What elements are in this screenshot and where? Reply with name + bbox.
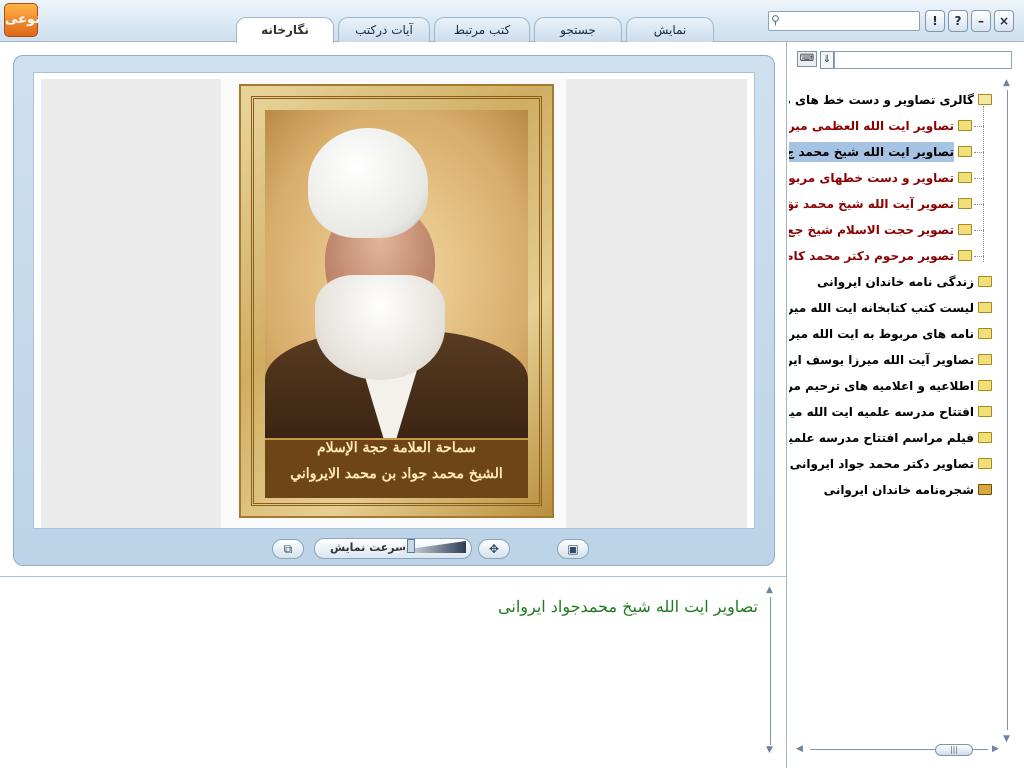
tree-item-label: تصویر آیت الله شیخ محمد تق xyxy=(789,197,954,211)
tree-item-label: تصاویر دکتر محمد جواد ایروانی xyxy=(789,457,974,471)
folder-icon xyxy=(978,380,992,391)
tree-item[interactable]: تصویر آیت الله شیخ محمد تق xyxy=(789,194,954,214)
copy-icon: ⧉ xyxy=(283,542,293,556)
move-arrows-icon: ✥ xyxy=(488,542,500,556)
tree-item[interactable]: تصاویر ایت الله شیخ محمد ج xyxy=(789,142,954,162)
tree-item[interactable]: شجره‌نامه خاندان ایروانی xyxy=(789,480,974,500)
tab-display[interactable]: نمایش xyxy=(626,17,714,42)
tab-related-books[interactable]: کتب مرتبط xyxy=(434,17,530,42)
tab-gallery[interactable]: نگارخانه xyxy=(236,17,334,43)
search-input[interactable]: ⚲ xyxy=(768,11,920,31)
tree-connector-branch xyxy=(974,126,984,127)
folder-icon xyxy=(978,302,992,313)
portrait-image xyxy=(265,110,528,440)
tree-item[interactable]: تصاویر ایت الله العظمی میرز xyxy=(789,116,954,136)
download-arrow-icon[interactable]: ⇓ xyxy=(820,51,834,69)
tree-item[interactable]: لیست کتب کتابخانه ایت الله میر xyxy=(789,298,974,318)
tree-connector-branch xyxy=(974,256,984,257)
tree-item-label: افتتاح مدرسه علمیه ایت الله میر xyxy=(789,405,974,419)
floppy-disk-icon: ▣ xyxy=(567,542,579,556)
tree-item[interactable]: تصویر مرحوم دکتر محمد کاظ xyxy=(789,246,954,266)
scroll-down-icon[interactable]: ▼ xyxy=(1003,734,1010,744)
category-tree: گالری تصاویر و دست خط های مرب تصاویر ایت … xyxy=(789,88,994,728)
folder-icon xyxy=(958,172,972,183)
tree-vertical-scrollbar[interactable]: ▲ ▼ xyxy=(1002,78,1014,746)
tab-verses-in-books[interactable]: آیات درکتب xyxy=(338,17,430,42)
keyboard-icon[interactable]: ⌨ xyxy=(797,51,817,67)
tree-item-label: تصاویر ایت الله شیخ محمد ج xyxy=(789,145,954,159)
tab-bar: نگارخانه آیات درکتب کتب مرتبط جستجو نمای… xyxy=(234,17,724,43)
tree-item-label: تصاویر ایت الله العظمی میرز xyxy=(789,119,954,133)
tab-search[interactable]: جستجو xyxy=(534,17,622,42)
folder-icon xyxy=(958,250,972,261)
portrait-turban xyxy=(308,128,428,238)
tree-item[interactable]: تصاویر آیت الله میرزا یوسف ایر xyxy=(789,350,974,370)
tree-item[interactable]: تصاویر و دست خطهای مربوط xyxy=(789,168,954,188)
open-folder-icon xyxy=(978,94,992,105)
fullscreen-button[interactable]: ✥ xyxy=(478,539,510,559)
folder-icon xyxy=(958,120,972,131)
help-button[interactable]: ? xyxy=(948,10,968,32)
portrait-beard xyxy=(315,275,445,380)
tree-item-label: زندگی نامه خاندان ایروانی xyxy=(817,275,974,289)
folder-icon xyxy=(978,276,992,287)
tree-connector-branch xyxy=(974,230,984,231)
copy-image-button[interactable]: ⧉ xyxy=(272,539,304,559)
tree-connector-branch xyxy=(974,204,984,205)
tree-item-label: فیلم مراسم افتتاح مدرسه علمیه xyxy=(789,431,974,445)
tree-item-label: تصاویر آیت الله میرزا یوسف ایر xyxy=(789,353,974,367)
tree-item[interactable]: گالری تصاویر و دست خط های مرب xyxy=(789,90,974,110)
scroll-track[interactable] xyxy=(770,597,771,745)
portrait-caption-name: الشيخ محمد جواد بن محمد الايرواني xyxy=(290,466,503,482)
folder-icon xyxy=(958,198,972,209)
tree-item[interactable]: تصویر حجت الاسلام شیخ جع xyxy=(789,220,954,240)
folder-icon xyxy=(978,406,992,417)
tree-item[interactable]: تصاویر دکتر محمد جواد ایروانی xyxy=(789,454,974,474)
folder-icon xyxy=(978,328,992,339)
minimize-button[interactable]: – xyxy=(971,10,991,32)
scroll-thumb[interactable]: ||| xyxy=(935,744,973,756)
tree-connector-branch xyxy=(974,152,984,153)
tree-connector-line xyxy=(983,106,984,262)
tree-item-label: گالری تصاویر و دست خط های مرب xyxy=(789,93,974,107)
tree-item[interactable]: زندگی نامه خاندان ایروانی xyxy=(789,272,974,292)
tree-item-label: لیست کتب کتابخانه ایت الله میر xyxy=(789,301,974,315)
folder-icon xyxy=(978,354,992,365)
tree-horizontal-scrollbar[interactable]: ◀ ||| ▶ xyxy=(796,743,1002,757)
tree-item-label: تصاویر و دست خطهای مربوط xyxy=(789,171,954,185)
app-logo: نوعی xyxy=(4,3,40,37)
tree-item-label: شجره‌نامه خاندان ایروانی xyxy=(823,483,974,497)
save-button[interactable]: ▣ xyxy=(557,539,589,559)
speed-slider-thumb[interactable] xyxy=(407,539,415,553)
folder-icon xyxy=(978,458,992,469)
scroll-right-icon[interactable]: ▶ xyxy=(992,744,999,754)
tree-item-label: اطلاعیه و اعلامیه های ترحیم مرح xyxy=(789,379,974,393)
scroll-left-icon[interactable]: ◀ xyxy=(796,744,803,754)
scroll-up-icon[interactable]: ▲ xyxy=(766,585,773,595)
scroll-up-icon[interactable]: ▲ xyxy=(1003,78,1010,88)
scroll-track[interactable] xyxy=(1007,90,1008,730)
scroll-down-icon[interactable]: ▼ xyxy=(766,745,773,755)
folder-icon xyxy=(978,432,992,443)
camera-icon xyxy=(978,484,992,495)
alert-button[interactable]: ! xyxy=(925,10,945,32)
description-text: تصاویر ایت الله شیخ محمدجواد ایروانی xyxy=(498,597,758,616)
tree-filter-input[interactable] xyxy=(834,51,1012,69)
tree-item[interactable]: اطلاعیه و اعلامیه های ترحیم مرح xyxy=(789,376,974,396)
tree-item-label: نامه های مربوط به ایت الله میرزا xyxy=(789,327,974,341)
tree-item-label: تصویر مرحوم دکتر محمد کاظ xyxy=(789,249,954,263)
description-scrollbar[interactable]: ▲ ▼ xyxy=(765,585,777,757)
top-bar: نوعی نگارخانه آیات درکتب کتب مرتبط جستجو… xyxy=(0,0,1024,43)
tree-item-label: تصویر حجت الاسلام شیخ جع xyxy=(789,223,954,237)
portrait-caption-title: سماحة العلامة حجة الإسلام xyxy=(317,440,476,456)
tree-connector-branch xyxy=(974,178,984,179)
tree-item[interactable]: نامه های مربوط به ایت الله میرزا xyxy=(789,324,974,344)
tree-item[interactable]: فیلم مراسم افتتاح مدرسه علمیه xyxy=(789,428,974,448)
close-button[interactable]: × xyxy=(994,10,1014,32)
search-icon: ⚲ xyxy=(771,13,780,27)
folder-icon xyxy=(958,224,972,235)
tree-item[interactable]: افتتاح مدرسه علمیه ایت الله میر xyxy=(789,402,974,422)
folder-icon xyxy=(958,146,972,157)
